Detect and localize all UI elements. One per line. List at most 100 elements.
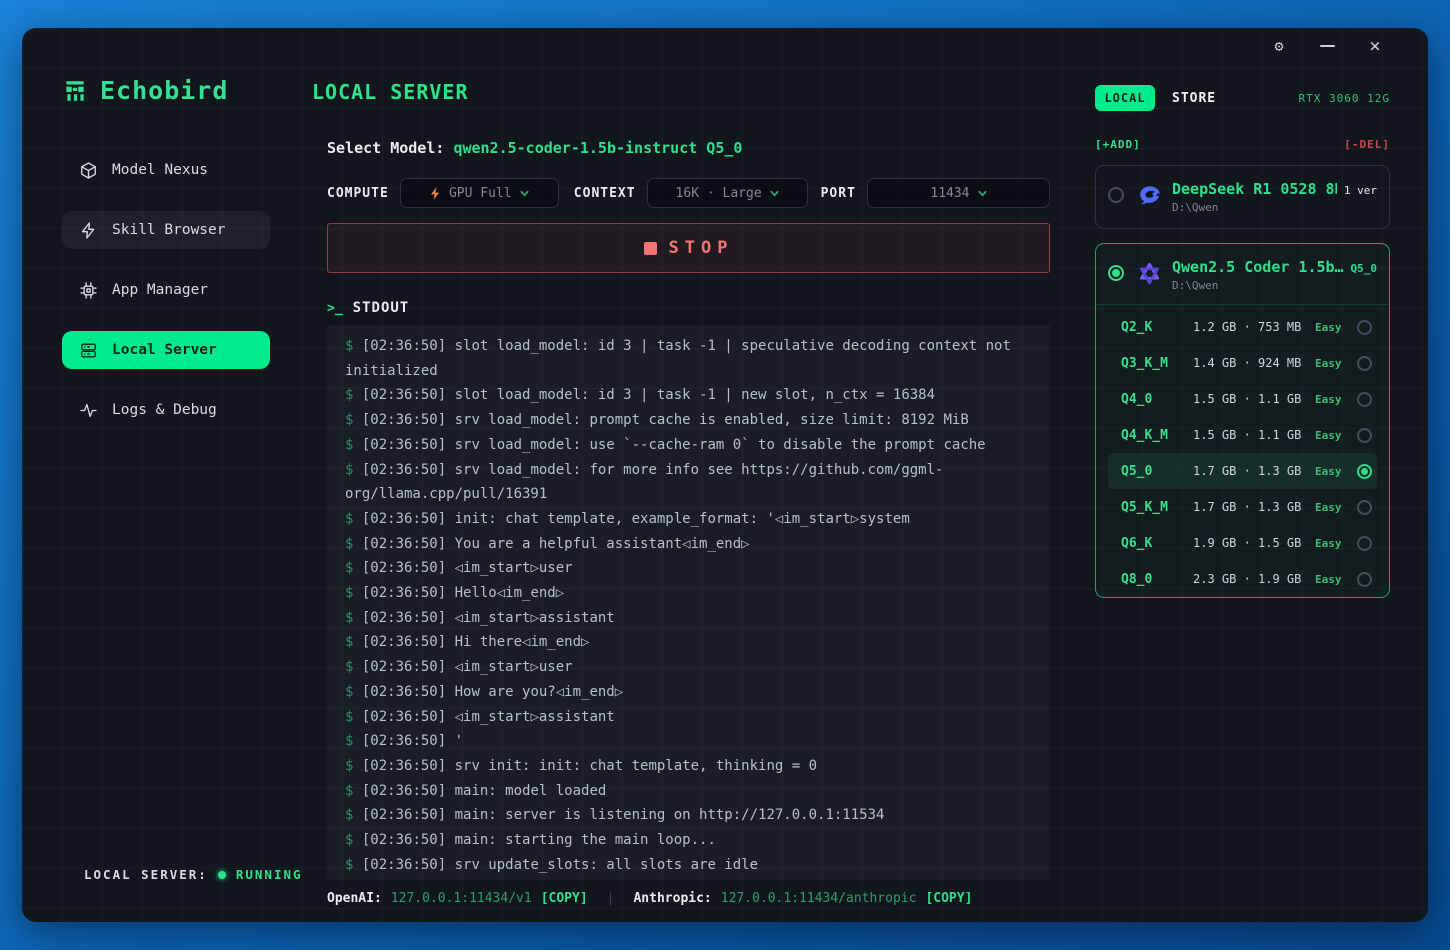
quant-difficulty-badge: Easy — [1315, 465, 1357, 478]
page-title: LOCAL SERVER — [312, 80, 1050, 104]
quant-radio[interactable] — [1357, 464, 1372, 479]
library-tabs: LOCAL STORE RTX 3060 12G — [1095, 85, 1390, 111]
console-header: >_ STDOUT — [327, 300, 1050, 316]
app-window: ⚙ × Echobird — [22, 28, 1428, 922]
quant-size: 1.9 GB · 1.5 GB — [1193, 536, 1315, 550]
context-dropdown[interactable]: 16K · Large — [647, 178, 808, 208]
quant-radio[interactable] — [1357, 356, 1372, 371]
sidebar-item-logs-debug[interactable]: Logs & Debug — [62, 391, 270, 429]
console-line: $ [02:36:50] srv load_model: for more in… — [345, 458, 1032, 507]
quant-difficulty-badge: Easy — [1315, 393, 1357, 406]
console-line: $ [02:36:50] main: server is listening o… — [345, 803, 1032, 828]
console-line: $ [02:36:50] ◁im_start▷assistant — [345, 606, 1032, 631]
quant-row[interactable]: Q4_0 1.5 GB · 1.1 GB Easy — [1108, 381, 1377, 417]
sidebar-item-skill-browser[interactable]: Skill Browser — [62, 211, 270, 249]
quant-name: Q5_K_M — [1121, 500, 1193, 515]
quant-row[interactable]: Q6_K 1.9 GB · 1.5 GB Easy — [1108, 525, 1377, 561]
terminal-prompt-icon: >_ — [327, 301, 343, 316]
sidebar-item-label: App Manager — [112, 282, 208, 298]
minimize-button[interactable] — [1318, 37, 1336, 55]
server-status-value: RUNNING — [236, 867, 303, 882]
chevron-down-icon — [520, 189, 529, 198]
model-path: D:\Qwen — [1172, 201, 1377, 214]
robot-logo-icon — [62, 78, 88, 104]
quant-list: Q2_K 1.2 GB · 753 MB Easy Q3_K_M 1.4 GB … — [1108, 309, 1377, 597]
sidebar-item-local-server[interactable]: Local Server — [62, 331, 270, 369]
quant-name: Q3_K_M — [1121, 356, 1193, 371]
quant-radio[interactable] — [1357, 392, 1372, 407]
console-line: $ [02:36:50] ◁im_start▷assistant — [345, 705, 1032, 730]
model-quant-badge: Q5_0 — [1351, 262, 1378, 275]
openai-copy-button[interactable]: [COPY] — [541, 891, 588, 906]
quant-size: 1.5 GB · 1.1 GB — [1193, 428, 1315, 442]
quant-difficulty-badge: Easy — [1315, 537, 1357, 550]
model-name: DeepSeek R1 0528 8B — [1172, 180, 1337, 198]
quant-row[interactable]: Q3_K_M 1.4 GB · 924 MB Easy — [1108, 345, 1377, 381]
settings-gear-icon[interactable]: ⚙ — [1270, 37, 1288, 55]
quant-difficulty-badge: Easy — [1315, 321, 1357, 334]
quant-row[interactable]: Q8_0 2.3 GB · 1.9 GB Easy — [1108, 561, 1377, 597]
stdout-console[interactable]: $ [02:36:50] slot load_model: id 3 | tas… — [327, 325, 1050, 880]
console-line: $ [02:36:50] init: chat template, exampl… — [345, 507, 1032, 532]
port-value: 11434 — [930, 186, 969, 201]
compute-dropdown[interactable]: GPU Full — [400, 178, 559, 208]
tab-store[interactable]: STORE — [1172, 91, 1216, 106]
selected-model-line: Select Model: qwen2.5-coder-1.5b-instruc… — [327, 139, 1050, 157]
quant-radio[interactable] — [1357, 320, 1372, 335]
quant-radio[interactable] — [1357, 536, 1372, 551]
quant-row[interactable]: Q4_K_M 1.5 GB · 1.1 GB Easy — [1108, 417, 1377, 453]
add-model-button[interactable]: [+ADD] — [1095, 138, 1141, 151]
model-radio[interactable] — [1108, 265, 1124, 281]
gpu-badge: RTX 3060 12G — [1299, 92, 1390, 105]
console-line: $ [02:36:50] How are you?◁im_end▷ — [345, 680, 1032, 705]
anthropic-copy-button[interactable]: [COPY] — [925, 891, 972, 906]
select-model-label: Select Model: — [327, 139, 444, 157]
quant-name: Q2_K — [1121, 320, 1193, 335]
delete-model-button[interactable]: [-DEL] — [1344, 138, 1390, 151]
port-dropdown[interactable]: 11434 — [867, 178, 1050, 208]
quant-row[interactable]: Q5_K_M 1.7 GB · 1.3 GB Easy — [1108, 489, 1377, 525]
api-endpoints: OpenAI: 127.0.0.1:11434/v1 [COPY] | Anth… — [327, 891, 1050, 906]
cube-icon — [79, 161, 98, 180]
console-line: $ [02:36:50] main: starting the main loo… — [345, 828, 1032, 853]
stop-button[interactable]: STOP — [327, 223, 1050, 273]
quant-difficulty-badge: Easy — [1315, 357, 1357, 370]
sidebar-item-label: Local Server — [112, 342, 217, 358]
quant-radio[interactable] — [1357, 500, 1372, 515]
close-button[interactable]: × — [1366, 37, 1384, 55]
server-icon — [79, 341, 98, 360]
compute-value: GPU Full — [449, 186, 512, 201]
quant-row[interactable]: Q5_0 1.7 GB · 1.3 GB Easy — [1108, 453, 1377, 489]
anthropic-endpoint-label: Anthropic: — [633, 891, 711, 906]
chip-icon — [79, 281, 98, 300]
sidebar-item-app-manager[interactable]: App Manager — [62, 271, 270, 309]
app-logo: Echobird — [62, 76, 327, 105]
model-radio[interactable] — [1108, 187, 1124, 203]
model-path: D:\Qwen — [1172, 279, 1377, 292]
console-title: STDOUT — [353, 300, 410, 316]
bolt-icon — [79, 221, 98, 240]
model-card-deepseek[interactable]: DeepSeek R1 0528 8B 1 ver D:\Qwen — [1095, 165, 1390, 229]
console-line: $ [02:36:50] srv load_model: prompt cach… — [345, 408, 1032, 433]
bolt-icon — [430, 187, 441, 200]
console-line: $ [02:36:50] slot load_model: id 3 | tas… — [345, 383, 1032, 408]
quant-radio[interactable] — [1357, 572, 1372, 587]
quant-size: 1.4 GB · 924 MB — [1193, 356, 1315, 370]
quant-name: Q4_K_M — [1121, 428, 1193, 443]
quant-row[interactable]: Q2_K 1.2 GB · 753 MB Easy — [1108, 309, 1377, 345]
quant-radio[interactable] — [1357, 428, 1372, 443]
chevron-down-icon — [770, 189, 779, 198]
console-line: $ [02:36:50] srv init: init: chat templa… — [345, 754, 1032, 779]
sidebar-item-model-nexus[interactable]: Model Nexus — [62, 151, 270, 189]
quant-size: 1.7 GB · 1.3 GB — [1193, 464, 1315, 478]
sidebar-item-label: Logs & Debug — [112, 402, 217, 418]
tab-local[interactable]: LOCAL — [1095, 85, 1155, 111]
qwen-knot-icon — [1137, 261, 1162, 286]
model-card-qwen[interactable]: Qwen2.5 Coder 1.5b… Q5_0 D:\Qwen Q2_K 1.… — [1095, 243, 1390, 598]
main-panel: LOCAL SERVER Select Model: qwen2.5-coder… — [327, 64, 1050, 922]
quant-name: Q5_0 — [1121, 464, 1193, 479]
console-line: $ [02:36:50] Hi there◁im_end▷ — [345, 630, 1032, 655]
add-delete-row: [+ADD] [-DEL] — [1095, 138, 1390, 151]
model-name: Qwen2.5 Coder 1.5b… — [1172, 258, 1344, 276]
quant-difficulty-badge: Easy — [1315, 573, 1357, 586]
